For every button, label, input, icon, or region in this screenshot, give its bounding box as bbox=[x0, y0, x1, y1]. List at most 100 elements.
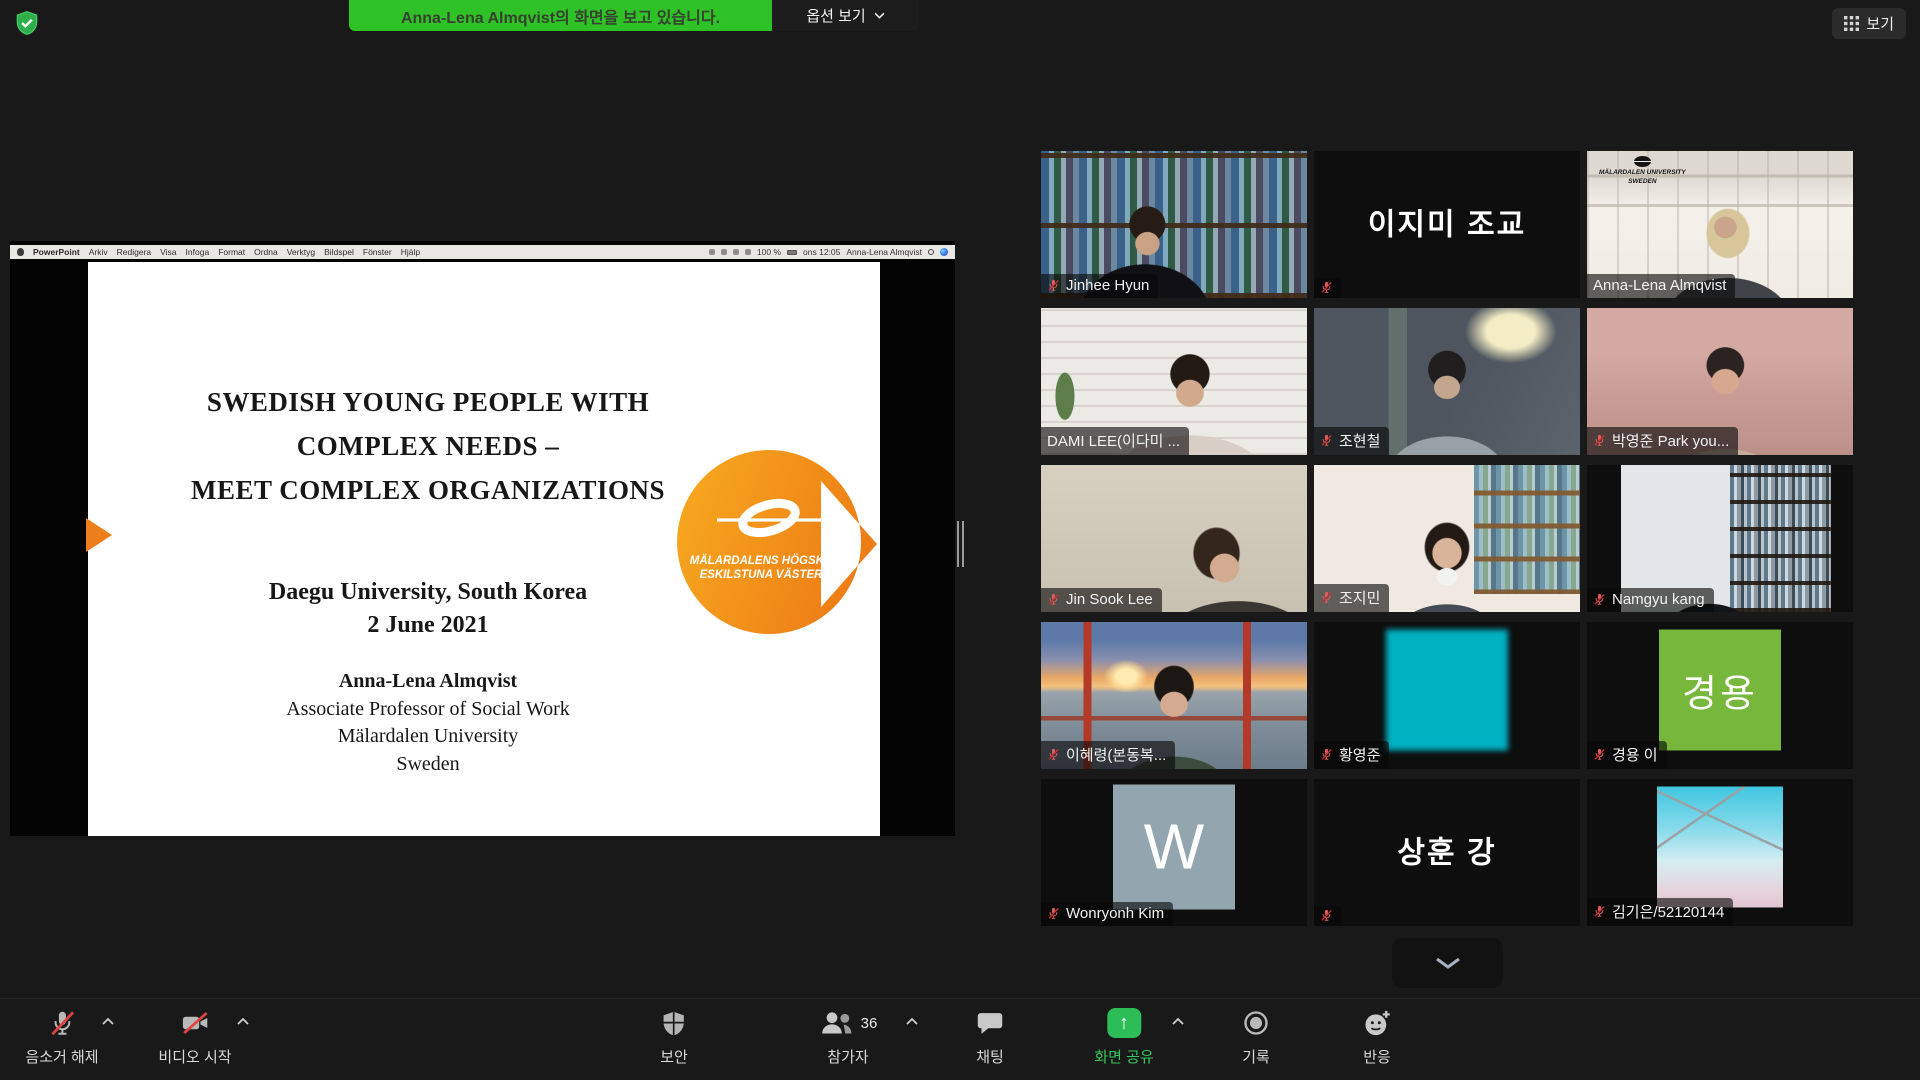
start-video-button[interactable]: 비디오 시작 bbox=[158, 1007, 231, 1067]
participant-name-label: DAMI LEE(이다미 ... bbox=[1041, 427, 1189, 455]
remote-menu-item: Arkiv bbox=[89, 247, 108, 257]
participant-name-label: Jin Sook Lee bbox=[1041, 588, 1162, 612]
participant-tile[interactable]: DAMI LEE(이다미 ... bbox=[1041, 308, 1307, 455]
participant-name-label: 조현철 bbox=[1314, 427, 1389, 455]
muted-mic-icon bbox=[1320, 748, 1333, 761]
zoom-meeting-window: Anna-Lena Almqvist의 화면을 보고 있습니다. 옵션 보기 보… bbox=[0, 0, 1920, 1080]
security-button[interactable]: 보안 bbox=[660, 1007, 688, 1067]
participant-tile[interactable]: Jin Sook Lee bbox=[1041, 465, 1307, 612]
participant-tile[interactable]: 조지민 bbox=[1314, 465, 1580, 612]
participant-tile[interactable]: WWonryonh Kim bbox=[1041, 779, 1307, 926]
chat-label: 채팅 bbox=[976, 1046, 1004, 1067]
shared-screen: PowerPoint ArkivRedigeraVisaInfogaFormat… bbox=[10, 241, 955, 836]
participant-name: 박영준 Park you... bbox=[1612, 430, 1729, 451]
participant-name-label: 조지민 bbox=[1314, 584, 1389, 612]
participant-name: 황영준 bbox=[1339, 744, 1380, 765]
chevron-down-icon bbox=[1434, 956, 1462, 970]
participant-name: DAMI LEE(이다미 ... bbox=[1047, 430, 1180, 451]
participant-name: 경용 이 bbox=[1612, 744, 1658, 765]
slide-title: SWEDISH YOUNG PEOPLE WITH COMPLEX NEEDS … bbox=[98, 380, 758, 512]
university-logo-balloon: MÄLARDALENS HÖGSKOLA ESKILSTUNA VÄSTERÅS bbox=[673, 448, 878, 645]
remote-menu-item: Infoga bbox=[186, 247, 210, 257]
video-options-caret-icon[interactable] bbox=[236, 1017, 250, 1026]
participant-tile[interactable]: 황영준 bbox=[1314, 622, 1580, 769]
muted-mic-icon bbox=[1320, 434, 1333, 447]
remote-app-name: PowerPoint bbox=[33, 247, 80, 257]
record-label: 기록 bbox=[1242, 1046, 1270, 1067]
view-options-label: 옵션 보기 bbox=[806, 5, 865, 26]
view-button[interactable]: 보기 bbox=[1832, 8, 1906, 39]
participant-name-label: 김기은/52120144 bbox=[1587, 898, 1733, 926]
panel-resize-handle[interactable] bbox=[957, 521, 964, 567]
reactions-button[interactable]: 반응 bbox=[1362, 1007, 1392, 1067]
unmute-button[interactable]: 음소거 해제 bbox=[25, 1007, 98, 1067]
gallery-scroll-down-button[interactable] bbox=[1392, 938, 1503, 988]
participant-name: Jin Sook Lee bbox=[1066, 591, 1153, 608]
participant-name: 조지민 bbox=[1339, 587, 1380, 608]
muted-mic-icon bbox=[1593, 434, 1606, 447]
participants-count: 36 bbox=[861, 1015, 878, 1032]
muted-mic-icon bbox=[47, 1008, 77, 1038]
participant-display-name: 이지미 조교 bbox=[1314, 199, 1580, 243]
participant-name: Jinhee Hyun bbox=[1066, 277, 1149, 294]
mic-options-caret-icon[interactable] bbox=[101, 1017, 115, 1026]
participant-tile[interactable]: 이혜령(본동복... bbox=[1041, 622, 1307, 769]
security-label: 보안 bbox=[660, 1046, 688, 1067]
participant-tile[interactable]: 조현철 bbox=[1314, 308, 1580, 455]
participant-name-label bbox=[1314, 278, 1342, 298]
participant-name: Wonryonh Kim bbox=[1066, 905, 1164, 922]
participant-tile[interactable]: 상훈 강 bbox=[1314, 779, 1580, 926]
record-button[interactable]: 기록 bbox=[1242, 1007, 1270, 1067]
share-screen-icon: ↑ bbox=[1107, 1008, 1141, 1038]
screen-share-banner: Anna-Lena Almqvist의 화면을 보고 있습니다. bbox=[349, 0, 772, 31]
remote-menubar-status: 100 % ons 12:05 Anna-Lena Almqvist bbox=[709, 247, 948, 257]
battery-percent: 100 % bbox=[757, 247, 781, 257]
status-icon bbox=[709, 249, 715, 255]
participant-name-label: Anna-Lena Almqvist bbox=[1587, 274, 1735, 298]
muted-mic-icon bbox=[1047, 279, 1060, 292]
share-options-caret-icon[interactable] bbox=[1171, 1017, 1185, 1026]
participant-name-label bbox=[1314, 906, 1342, 926]
chat-bubble-icon bbox=[976, 1009, 1004, 1037]
svg-text:ESKILSTUNA VÄSTERÅS: ESKILSTUNA VÄSTERÅS bbox=[700, 568, 839, 581]
participant-tile[interactable]: Namgyu kang bbox=[1587, 465, 1853, 612]
participant-name-label: 경용 이 bbox=[1587, 741, 1667, 769]
muted-mic-icon bbox=[1047, 907, 1060, 920]
muted-mic-icon bbox=[1593, 905, 1606, 918]
remote-menu-item: Hjälp bbox=[401, 247, 420, 257]
encryption-shield-icon[interactable] bbox=[14, 10, 40, 36]
participant-name-label: 이혜령(본동복... bbox=[1041, 741, 1175, 769]
remote-menu-items: ArkivRedigeraVisaInfogaFormatOrdnaVerkty… bbox=[89, 247, 420, 257]
battery-icon bbox=[787, 250, 797, 255]
avatar bbox=[1386, 629, 1508, 750]
participant-tile[interactable]: MÄLARDALEN UNIVERSITYSWEDENAnna-Lena Alm… bbox=[1587, 151, 1853, 298]
meeting-toolbar: 음소거 해제 비디오 시작 bbox=[0, 998, 1920, 1080]
muted-mic-icon bbox=[1047, 593, 1060, 606]
wifi-icon bbox=[745, 249, 751, 255]
participant-name: 이혜령(본동복... bbox=[1066, 744, 1166, 765]
chat-button[interactable]: 채팅 bbox=[976, 1007, 1004, 1067]
participant-tile[interactable]: 박영준 Park you... bbox=[1587, 308, 1853, 455]
status-icon bbox=[733, 249, 739, 255]
participant-tile[interactable]: 김기은/52120144 bbox=[1587, 779, 1853, 926]
remote-macos-menubar: PowerPoint ArkivRedigeraVisaInfogaFormat… bbox=[10, 245, 955, 259]
participants-icon bbox=[819, 1009, 855, 1037]
participant-tile[interactable]: 이지미 조교 bbox=[1314, 151, 1580, 298]
participants-button[interactable]: 36 참가자 bbox=[819, 1007, 878, 1067]
participants-caret-icon[interactable] bbox=[905, 1017, 919, 1026]
start-video-label: 비디오 시작 bbox=[158, 1046, 231, 1067]
participant-tile[interactable]: 경용경용 이 bbox=[1587, 622, 1853, 769]
participant-name-label: Jinhee Hyun bbox=[1041, 274, 1158, 298]
slide-author: Anna-Lena Almqvist Associate Professor o… bbox=[98, 668, 758, 778]
muted-mic-icon bbox=[1320, 281, 1333, 294]
reactions-smiley-icon bbox=[1362, 1008, 1392, 1038]
participant-tile[interactable]: Jinhee Hyun bbox=[1041, 151, 1307, 298]
remote-menu-item: Redigera bbox=[117, 247, 152, 257]
muted-mic-icon bbox=[1047, 748, 1060, 761]
share-screen-button[interactable]: ↑ 화면 공유 bbox=[1094, 1007, 1153, 1067]
participant-name-label: Namgyu kang bbox=[1587, 588, 1714, 612]
participant-name-label: 박영준 Park you... bbox=[1587, 427, 1738, 455]
security-shield-icon bbox=[660, 1009, 687, 1038]
view-options-button[interactable]: 옵션 보기 bbox=[772, 0, 919, 31]
muted-mic-icon bbox=[1320, 591, 1333, 604]
